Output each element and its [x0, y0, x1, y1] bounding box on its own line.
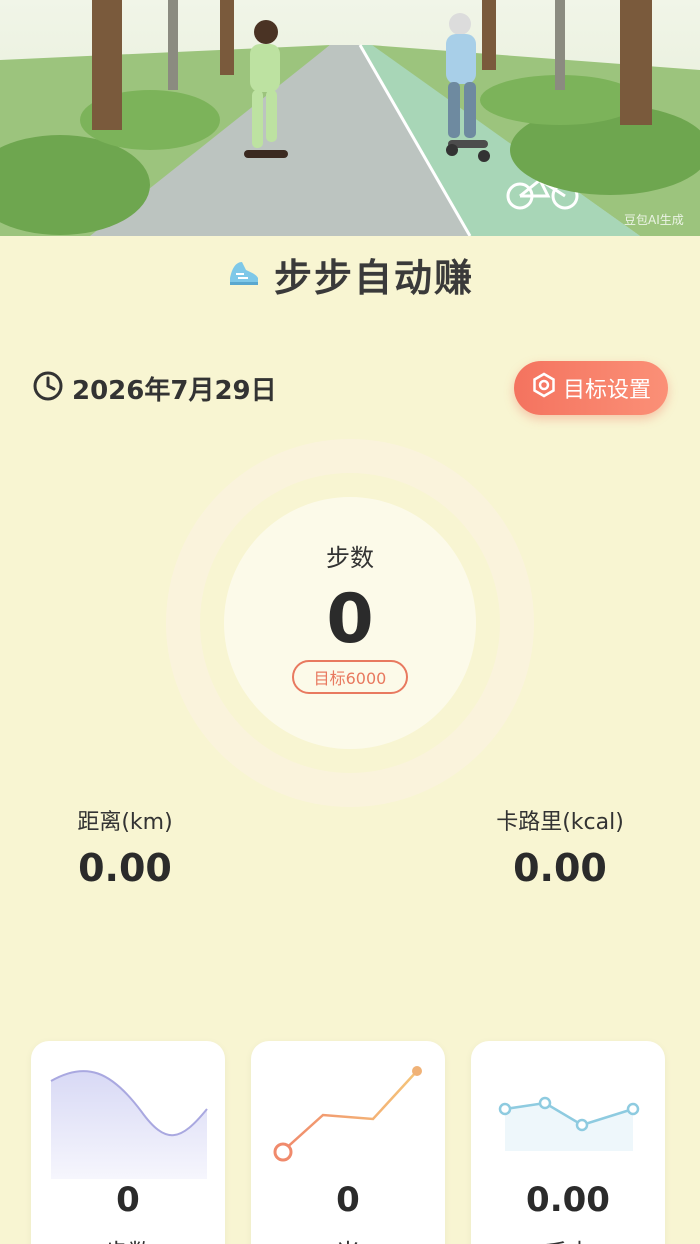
calorie-metric: 卡路里(kcal) 0.00 [460, 804, 660, 890]
clock-icon [32, 370, 64, 406]
calorie-value: 0.00 [513, 846, 607, 890]
card-meters-value: 0 [336, 1180, 360, 1220]
meters-card[interactable]: 0 米 [251, 1041, 445, 1244]
date-row: 2026年7月29日 [32, 368, 277, 408]
distance-metric: 距离(km) 0.00 [25, 804, 225, 890]
target-badge: 目标6000 [292, 660, 408, 694]
card-kcal-label: 千卡 [471, 1233, 665, 1244]
app-title: 步步自动赚 [273, 255, 474, 300]
polyline-chart-icon [498, 1096, 640, 1151]
goal-settings-label: 目标设置 [562, 378, 651, 403]
card-steps-value: 0 [116, 1180, 140, 1220]
steps-card[interactable]: 0 步数 [31, 1041, 225, 1244]
distance-value: 0.00 [78, 846, 172, 890]
trend-line-icon [273, 1066, 422, 1162]
kcal-card[interactable]: 0.00 千卡 [471, 1041, 665, 1244]
card-kcal-value: 0.00 [526, 1180, 610, 1220]
watermark-text: 豆包AI生成 [624, 213, 684, 227]
title-row: 步步自动赚 [0, 246, 700, 302]
card-meters-label: 米 [251, 1233, 445, 1244]
calorie-label: 卡路里(kcal) [496, 810, 624, 835]
date-text: 2026年7月29日 [72, 375, 277, 406]
card-steps-label: 步数 [31, 1233, 225, 1244]
settings-gear-icon [531, 372, 557, 404]
wave-chart-icon [50, 1070, 208, 1179]
distance-label: 距离(km) [77, 810, 173, 835]
steps-count: 0 [326, 580, 374, 659]
goal-settings-button[interactable]: 目标设置 [514, 361, 668, 415]
steps-label: 步数 [326, 544, 374, 572]
shoe-icon [226, 256, 262, 292]
hero-illustration: 豆包AI生成 [0, 0, 700, 236]
